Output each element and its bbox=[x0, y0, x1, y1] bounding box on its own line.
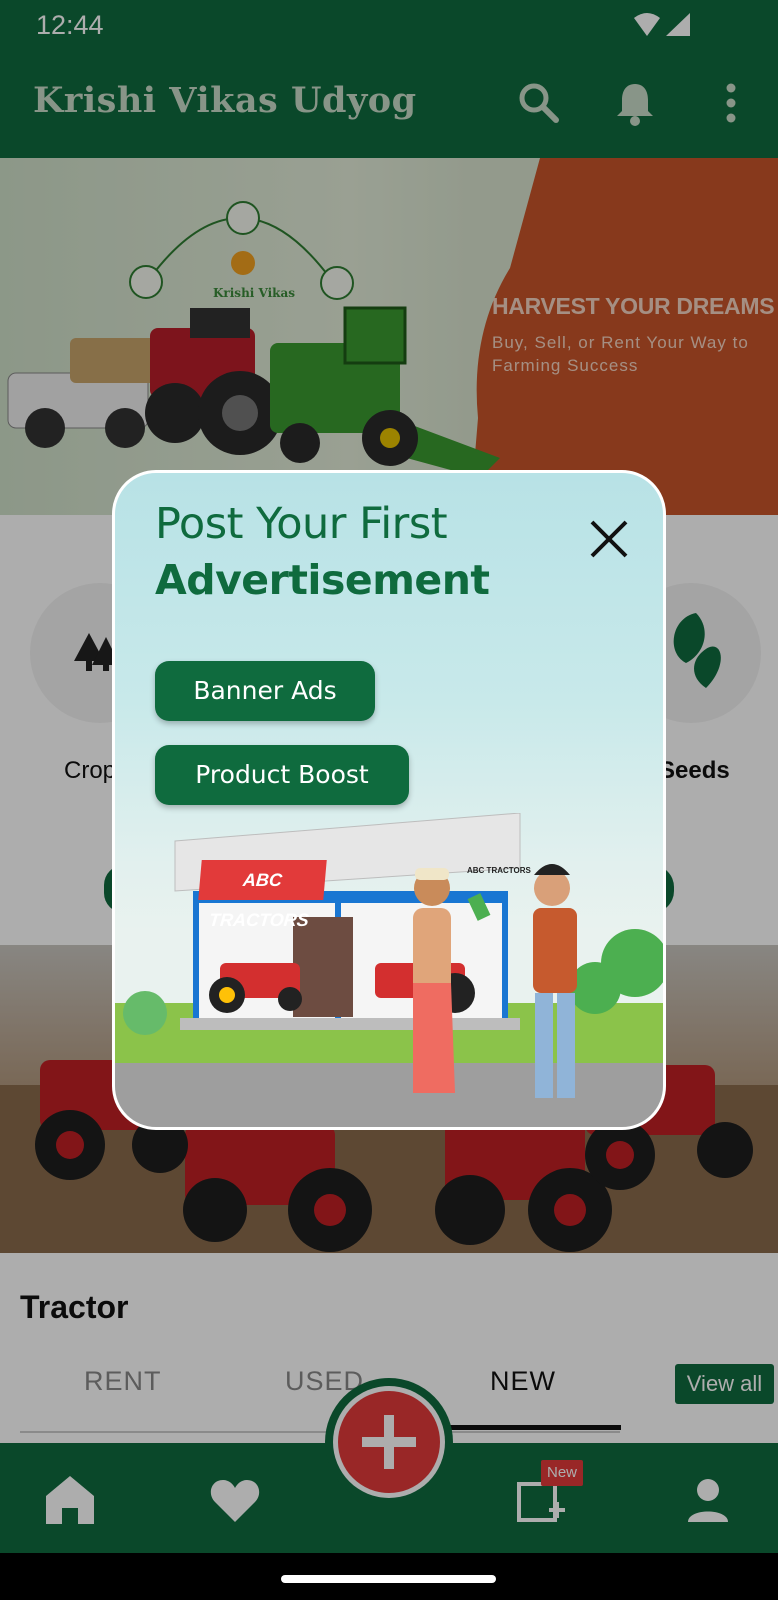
dialog-title-line2: Advertisement bbox=[155, 556, 490, 604]
banner-ads-button[interactable]: Banner Ads bbox=[155, 661, 375, 721]
dealership-illustration bbox=[115, 813, 663, 1127]
post-ad-dialog: Post Your First Advertisement Banner Ads… bbox=[112, 470, 666, 1130]
shop-sign: ABC TRACTORS bbox=[198, 860, 327, 930]
close-icon[interactable] bbox=[588, 518, 630, 560]
shop-small-sign: ABC TRACTORS bbox=[467, 866, 531, 875]
product-boost-button[interactable]: Product Boost bbox=[155, 745, 409, 805]
gesture-handle[interactable] bbox=[281, 1575, 496, 1583]
dialog-title-line1: Post Your First bbox=[155, 499, 448, 549]
